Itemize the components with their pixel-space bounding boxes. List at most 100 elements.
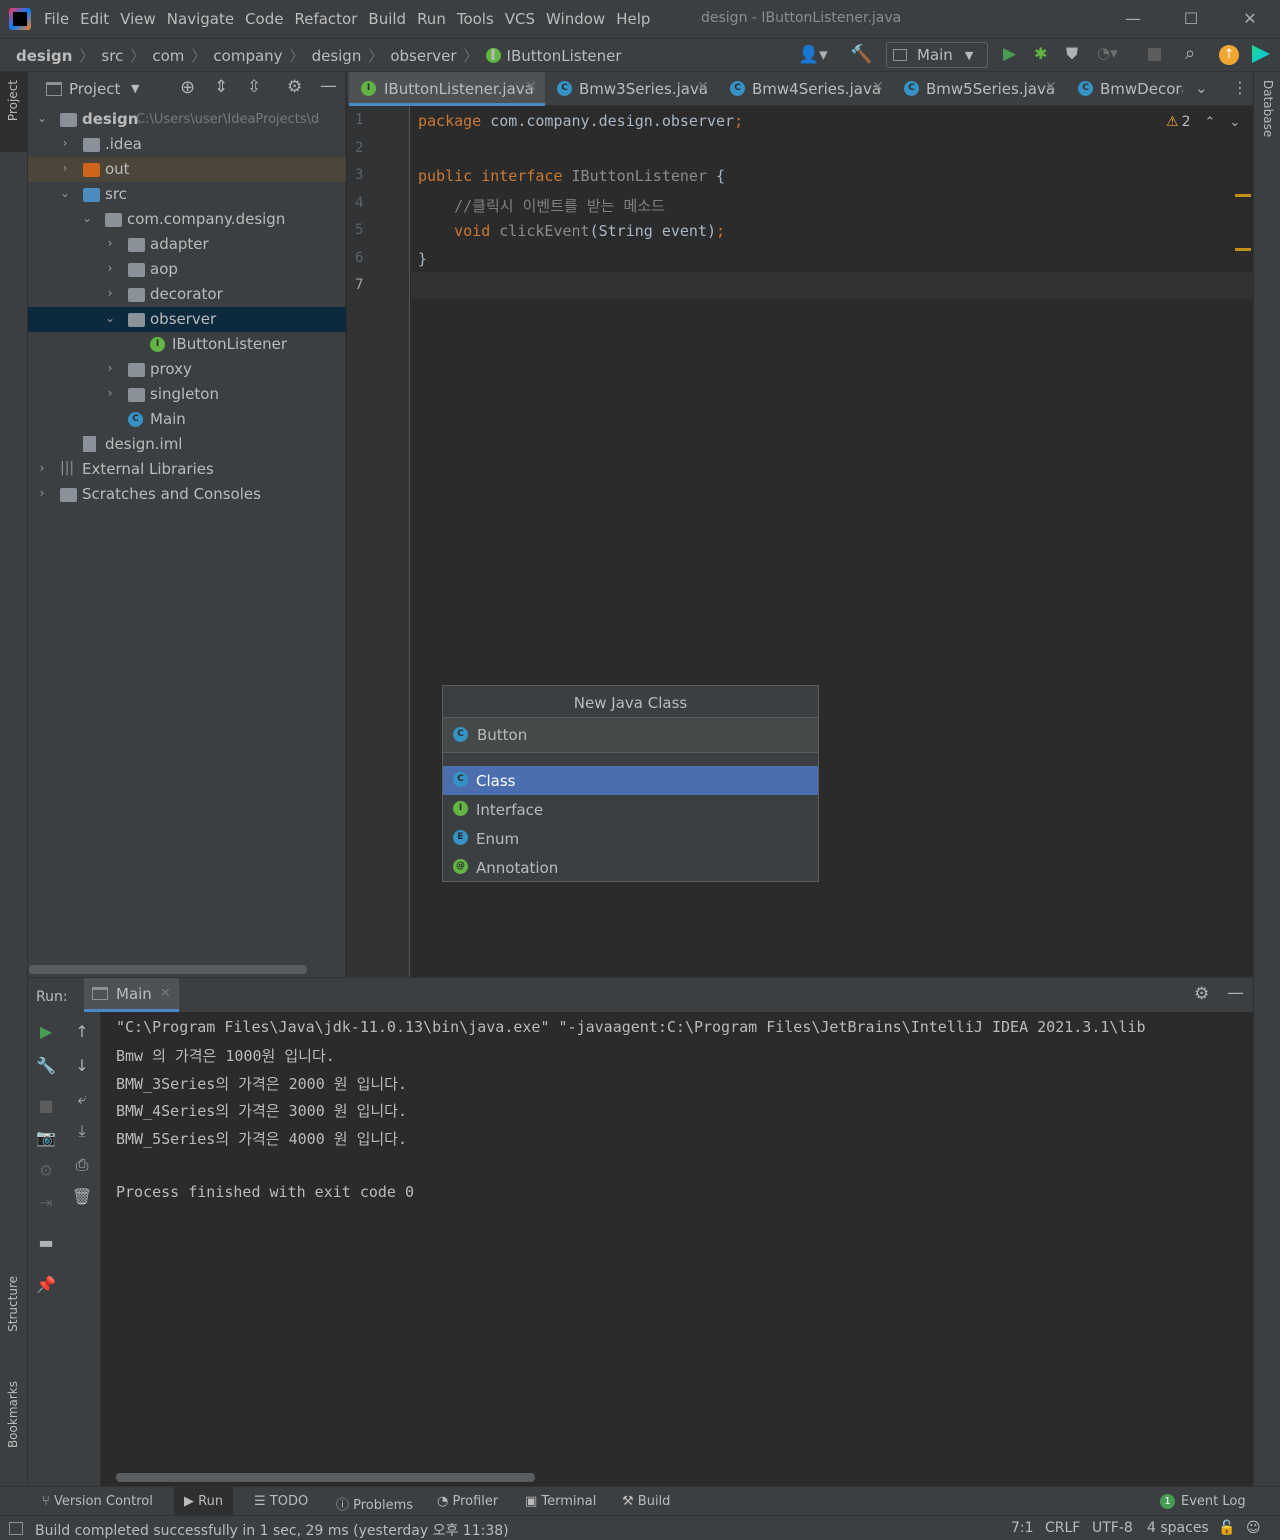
chevron-down-icon[interactable]: ⌄: [59, 186, 71, 200]
menu-build[interactable]: Build: [368, 10, 406, 28]
menu-navigate[interactable]: Navigate: [167, 10, 234, 28]
tree-item-adapter[interactable]: › adapter: [28, 232, 346, 257]
intellij-logo-icon[interactable]: [9, 8, 31, 30]
chevron-right-icon[interactable]: ›: [104, 261, 116, 275]
stop-icon[interactable]: ■: [34, 1096, 58, 1115]
hide-icon[interactable]: —: [320, 76, 337, 96]
chevron-down-icon[interactable]: ▼: [131, 82, 139, 95]
chevron-right-icon[interactable]: ›: [36, 461, 48, 475]
chevron-right-icon[interactable]: ›: [36, 486, 48, 500]
coverage-icon[interactable]: ⛊: [1066, 44, 1078, 64]
run-configuration-select[interactable]: Main ▼: [886, 42, 988, 68]
project-tool-tab[interactable]: Project: [0, 72, 27, 152]
scroll-to-end-icon[interactable]: ⤓: [70, 1121, 94, 1141]
kind-option-enum[interactable]: E Enum: [443, 824, 818, 853]
tab-list-chevron-icon[interactable]: ⌄: [1195, 79, 1208, 97]
breadcrumb-design-pkg[interactable]: design: [312, 47, 362, 65]
menu-file[interactable]: File: [44, 10, 69, 28]
layout-icon[interactable]: ▬: [34, 1233, 58, 1252]
line-separator[interactable]: CRLF: [1045, 1520, 1080, 1536]
build-hammer-icon[interactable]: 🔨: [850, 44, 872, 65]
bookmarks-tool-tab[interactable]: Bookmarks: [0, 1377, 27, 1472]
breadcrumb-ibuttonlistener[interactable]: IButtonListener: [507, 47, 622, 65]
camera-icon[interactable]: 📷: [34, 1128, 58, 1147]
status-message[interactable]: Build completed successfully in 1 sec, 2…: [35, 1520, 509, 1540]
menu-run[interactable]: Run: [417, 10, 446, 28]
breadcrumb-com[interactable]: com: [152, 47, 184, 65]
arrow-up-icon[interactable]: ↑: [70, 1022, 94, 1041]
breadcrumb-company[interactable]: company: [213, 47, 282, 65]
tree-item-design-root[interactable]: ⌄ design C:\Users\user\IdeaProjects\d: [28, 107, 346, 132]
chevron-right-icon[interactable]: ›: [104, 286, 116, 300]
menu-edit[interactable]: Edit: [80, 10, 109, 28]
tree-item-singleton[interactable]: › singleton: [28, 382, 346, 407]
close-window-button[interactable]: ✕: [1237, 6, 1263, 32]
breadcrumb-observer[interactable]: observer: [390, 47, 456, 65]
tool-problems[interactable]: ⓘ Problems: [336, 1494, 413, 1513]
stop-icon[interactable]: [1148, 48, 1161, 61]
tree-item-proxy[interactable]: › proxy: [28, 357, 346, 382]
exit-icon[interactable]: ⇥: [34, 1193, 58, 1212]
horizontal-scrollbar[interactable]: [116, 1473, 535, 1482]
tree-item-observer[interactable]: ⌄ observer: [28, 307, 346, 332]
update-icon[interactable]: ↑: [1219, 45, 1239, 65]
inspection-profile-icon[interactable]: ☺: [1246, 1520, 1261, 1536]
kind-option-interface[interactable]: I Interface: [443, 795, 818, 824]
minimize-button[interactable]: —: [1120, 6, 1146, 32]
database-tool-tab[interactable]: Database: [1254, 72, 1280, 172]
search-icon[interactable]: ⌕: [1185, 43, 1195, 64]
tool-build[interactable]: ⚒ Build: [622, 1494, 670, 1509]
tree-item-out[interactable]: › out: [28, 157, 346, 182]
breadcrumb-design[interactable]: design: [16, 47, 72, 65]
tree-item-decorator[interactable]: › decorator: [28, 282, 346, 307]
chevron-down-icon[interactable]: ⌄: [1229, 115, 1240, 130]
toolbox-icon[interactable]: [1252, 45, 1270, 63]
menu-help[interactable]: Help: [616, 10, 650, 28]
pin-icon[interactable]: 📌: [34, 1275, 58, 1294]
status-panel-icon[interactable]: [9, 1522, 23, 1535]
debug-icon[interactable]: ✱: [1034, 44, 1047, 63]
tool-terminal[interactable]: ▣ Terminal: [525, 1494, 596, 1509]
gear-icon[interactable]: ⚙: [1194, 984, 1209, 1004]
close-icon[interactable]: ✕: [872, 79, 884, 95]
menu-window[interactable]: Window: [546, 10, 605, 28]
close-icon[interactable]: ✕: [697, 79, 709, 95]
close-icon[interactable]: ✕: [525, 79, 537, 95]
chevron-down-icon[interactable]: ⌄: [81, 211, 93, 225]
tool-run[interactable]: ▶ Run: [174, 1487, 234, 1516]
tab-ibuttonlistener[interactable]: I IButtonListener.java ✕: [349, 72, 545, 106]
tree-item-aop[interactable]: › aop: [28, 257, 346, 282]
chevron-down-icon[interactable]: ⌄: [36, 111, 48, 125]
tool-todo[interactable]: ☰ TODO: [254, 1494, 308, 1509]
maximize-button[interactable]: ☐: [1178, 6, 1204, 32]
more-options-icon[interactable]: ⋮: [1232, 78, 1248, 97]
tab-bmw5series[interactable]: C Bmw5Series.java ✕: [894, 72, 1066, 106]
rerun-icon[interactable]: ▶: [34, 1022, 58, 1041]
menu-refactor[interactable]: Refactor: [294, 10, 357, 28]
kind-option-annotation[interactable]: @ Annotation: [443, 853, 818, 882]
tree-item-idea[interactable]: › .idea: [28, 132, 346, 157]
expand-all-icon[interactable]: ⇕: [214, 77, 228, 97]
chevron-down-icon[interactable]: ⌄: [104, 311, 116, 325]
tree-item-external-libraries[interactable]: › ||| External Libraries: [28, 457, 346, 482]
user-icon[interactable]: 👤▾: [798, 45, 828, 65]
inspection-widget[interactable]: ⚠ 2 ⌃ ⌄: [1166, 114, 1240, 130]
locate-icon[interactable]: ⊕: [180, 77, 195, 98]
gear-icon[interactable]: ⚙: [287, 77, 302, 97]
soft-wrap-icon[interactable]: ⤶: [70, 1089, 94, 1109]
kind-option-class[interactable]: C Class: [443, 766, 818, 795]
tree-item-com-company-design[interactable]: ⌄ com.company.design: [28, 207, 346, 232]
wrench-icon[interactable]: 🔧: [34, 1056, 58, 1075]
collapse-all-icon[interactable]: ⇳: [247, 77, 261, 97]
horizontal-scrollbar[interactable]: [29, 965, 307, 974]
chevron-up-icon[interactable]: ⌃: [1204, 115, 1215, 130]
lock-icon[interactable]: 🔓: [1218, 1520, 1235, 1536]
warning-stripe-marker[interactable]: [1235, 194, 1251, 197]
arrow-down-icon[interactable]: ↓: [70, 1056, 94, 1075]
close-icon[interactable]: ✕: [1045, 79, 1057, 95]
chevron-right-icon[interactable]: ›: [59, 161, 71, 175]
tool-event-log[interactable]: 1 Event Log: [1160, 1494, 1246, 1509]
run-icon[interactable]: ▶: [1003, 44, 1016, 64]
indent-setting[interactable]: 4 spaces: [1147, 1520, 1209, 1536]
chevron-right-icon[interactable]: ›: [104, 236, 116, 250]
